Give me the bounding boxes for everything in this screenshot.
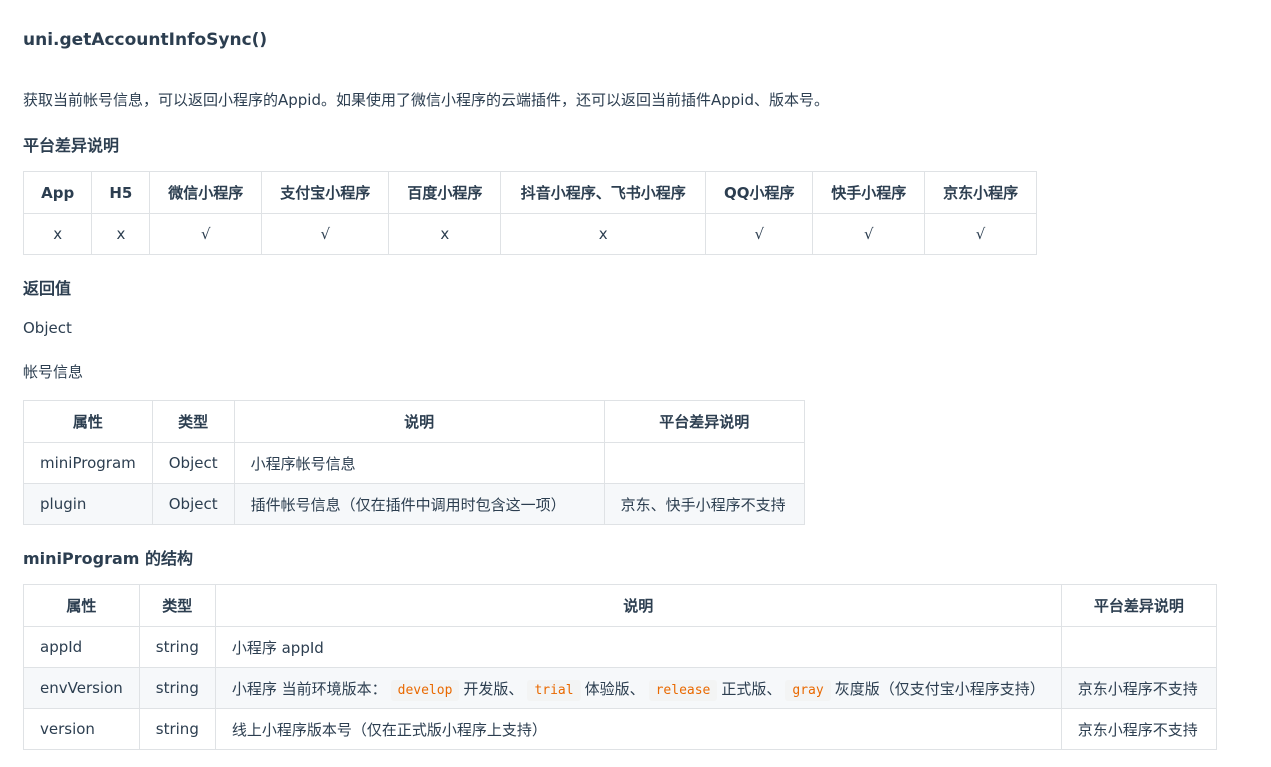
desc-text: 体验版、	[584, 679, 645, 698]
desc-cell: 线上小程序版本号（仅在正式版小程序上支持）	[214, 708, 1062, 750]
platform-header: 微信小程序	[149, 171, 263, 214]
prop-cell: miniProgram	[23, 442, 153, 484]
return-heading: 返回值	[23, 279, 72, 298]
desc-cell: 小程序 appId	[214, 626, 1062, 668]
platform-support-cell: √	[812, 213, 926, 255]
doc-page: uni.getAccountInfoSync() 获取当前帐号信息，可以返回小程…	[0, 0, 1271, 767]
api-description: 获取当前帐号信息，可以返回小程序的Appid。如果使用了微信小程序的云端插件，还…	[23, 91, 829, 109]
platform-header: 京东小程序	[924, 171, 1037, 214]
table-row: envVersion string 小程序 当前环境版本： develop 开发版、…	[23, 667, 1218, 709]
desc-cell: 小程序帐号信息	[233, 442, 605, 484]
code-gray: gray	[785, 679, 831, 701]
account-header: 属性	[23, 400, 153, 443]
prop-cell: version	[23, 708, 140, 750]
platform-header: QQ小程序	[705, 171, 814, 214]
table-row: appId string 小程序 appId	[23, 626, 1218, 668]
platform-cell: 京东、快手小程序不支持	[603, 483, 806, 525]
prop-cell: appId	[23, 626, 140, 668]
platform-heading: 平台差异说明	[23, 136, 120, 155]
platform-header: H5	[91, 171, 151, 214]
platform-support-cell: √	[149, 213, 263, 255]
desc-text: 灰度版（仅支付宝小程序支持）	[834, 679, 1045, 698]
platform-header: App	[22, 171, 93, 214]
desc-text: 正式版、	[721, 679, 782, 698]
platform-header: 抖音小程序、飞书小程序	[500, 171, 707, 214]
type-cell: string	[138, 626, 216, 668]
platform-support-cell: x	[22, 213, 93, 255]
platform-header: 快手小程序	[812, 171, 926, 214]
desc-cell: 插件帐号信息（仅在插件中调用时包含这一项）	[233, 483, 605, 525]
desc-cell: 小程序 当前环境版本： develop 开发版、 trial 体验版、 release 正式…	[214, 667, 1062, 709]
platform-support-cell: √	[261, 213, 390, 255]
table-row: version string 线上小程序版本号（仅在正式版小程序上支持） 京东小…	[23, 708, 1218, 750]
desc-text: 开发版、	[463, 679, 524, 698]
mini-header: 属性	[23, 584, 140, 627]
type-cell: Object	[151, 483, 235, 525]
account-header: 说明	[233, 400, 605, 443]
platform-support-cell: x	[388, 213, 502, 255]
type-cell: string	[138, 708, 216, 750]
return-desc: 帐号信息	[23, 363, 84, 381]
prop-cell: plugin	[23, 483, 153, 525]
platform-header: 支付宝小程序	[261, 171, 390, 214]
prop-cell: envVersion	[23, 667, 140, 709]
mini-header: 类型	[138, 584, 216, 627]
platform-header: 百度小程序	[388, 171, 502, 214]
table-row: plugin Object 插件帐号信息（仅在插件中调用时包含这一项） 京东、快…	[23, 483, 806, 525]
code-develop: develop	[390, 679, 460, 701]
return-type: Object	[23, 319, 72, 337]
table-row: miniProgram Object 小程序帐号信息	[23, 442, 806, 484]
platform-support-cell: √	[924, 213, 1037, 255]
platform-support-cell: x	[500, 213, 707, 255]
platform-cell	[1060, 626, 1218, 668]
mini-header: 平台差异说明	[1060, 584, 1218, 627]
miniprogram-table: 属性 类型 说明 平台差异说明 appId string 小程序 appId e…	[23, 584, 1218, 750]
platform-support-cell: √	[705, 213, 814, 255]
type-cell: Object	[151, 442, 235, 484]
page-title: uni.getAccountInfoSync()	[23, 30, 268, 50]
platform-support-cell: x	[91, 213, 151, 255]
structure-heading: miniProgram 的结构	[23, 549, 194, 568]
code-trial: trial	[527, 679, 581, 701]
code-release: release	[648, 679, 718, 701]
account-table: 属性 类型 说明 平台差异说明 miniProgram Object 小程序帐号…	[23, 400, 806, 525]
desc-text: 小程序 当前环境版本：	[231, 679, 387, 698]
mini-header: 说明	[214, 584, 1062, 627]
platform-cell: 京东小程序不支持	[1060, 667, 1218, 709]
type-cell: string	[138, 667, 216, 709]
platform-cell: 京东小程序不支持	[1060, 708, 1218, 750]
platform-cell	[603, 442, 806, 484]
account-header: 平台差异说明	[603, 400, 806, 443]
account-header: 类型	[151, 400, 235, 443]
platform-table: App H5 微信小程序 支付宝小程序 百度小程序 抖音小程序、飞书小程序 QQ…	[22, 171, 1037, 255]
